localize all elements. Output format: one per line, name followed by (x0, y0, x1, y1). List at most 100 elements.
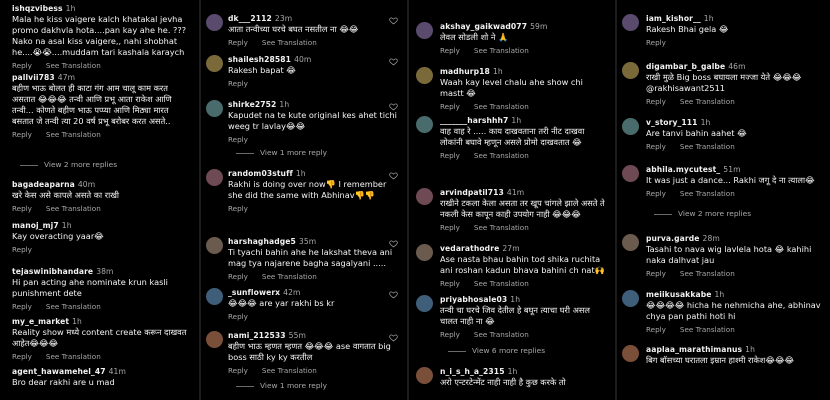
reply-button[interactable]: Reply (228, 272, 248, 281)
reply-button[interactable]: Reply (646, 97, 666, 106)
comment-username[interactable]: tejaswinibhandare 38m (12, 267, 192, 276)
username-text[interactable]: pallvii783 (12, 73, 55, 82)
see-translation-button[interactable]: See Translation (46, 130, 101, 139)
heart-icon[interactable] (389, 57, 398, 66)
see-translation-button[interactable]: See Translation (46, 302, 101, 311)
reply-button[interactable]: Reply (646, 325, 666, 334)
comment-username[interactable]: aaplaa_marathimanus 1h (646, 345, 822, 354)
comment-username[interactable]: vedarathodre 27m (440, 244, 608, 253)
see-translation-button[interactable]: See Translation (680, 142, 735, 151)
see-translation-button[interactable]: See Translation (262, 272, 317, 281)
comment-username[interactable]: priyabhosale03 1h (440, 295, 608, 304)
reply-button[interactable]: Reply (440, 279, 460, 288)
reply-button[interactable]: Reply (228, 312, 248, 321)
username-text[interactable]: manoj_mj7 (12, 221, 59, 230)
see-translation-button[interactable]: See Translation (474, 223, 529, 232)
username-text[interactable]: vedarathodre (440, 244, 499, 253)
comment-username[interactable]: _______harshhh7 1h (440, 116, 608, 125)
username-text[interactable]: purva.garde (646, 234, 700, 243)
username-text[interactable]: _sunflowerx (228, 288, 280, 297)
avatar[interactable] (416, 244, 433, 261)
comment-username[interactable]: purva.garde 28m (646, 234, 822, 243)
see-translation-button[interactable]: See Translation (680, 325, 735, 334)
heart-icon[interactable] (389, 333, 398, 342)
comment-username[interactable]: akshay_gaikwad077 59m (440, 22, 608, 31)
comment-username[interactable]: dk___2112 23m (228, 14, 400, 23)
comment-username[interactable]: random03stuff 1h (228, 169, 400, 178)
reply-button[interactable]: Reply (12, 204, 32, 213)
avatar[interactable] (206, 237, 223, 254)
reply-button[interactable]: Reply (228, 79, 248, 88)
see-translation-button[interactable]: See Translation (262, 38, 317, 47)
view-more-replies-button[interactable]: View 1 more reply (236, 381, 327, 390)
reply-button[interactable]: Reply (440, 223, 460, 232)
avatar[interactable] (206, 169, 223, 186)
username-text[interactable]: harshaghadge5 (228, 237, 296, 246)
see-translation-button[interactable]: See Translation (474, 46, 529, 55)
comment-username[interactable]: abhila.mycutest_ 51m (646, 165, 822, 174)
avatar[interactable] (206, 14, 223, 31)
username-text[interactable]: nami_212533 (228, 331, 286, 340)
see-translation-button[interactable]: See Translation (474, 151, 529, 160)
comment-username[interactable]: ishqzvibess 1h (12, 4, 192, 13)
username-text[interactable]: aaplaa_marathimanus (646, 345, 742, 354)
reply-button[interactable]: Reply (646, 189, 666, 198)
reply-button[interactable]: Reply (440, 46, 460, 55)
view-more-replies-button[interactable]: View 1 more reply (236, 148, 327, 157)
username-text[interactable]: shailesh28581 (228, 55, 291, 64)
comment-username[interactable]: shailesh28581 40m (228, 55, 400, 64)
comment-username[interactable]: agent_hawamehel_47 41m (12, 367, 192, 376)
reply-button[interactable]: Reply (228, 38, 248, 47)
comment-username[interactable]: manoj_mj7 1h (12, 221, 192, 230)
heart-icon[interactable] (389, 171, 398, 180)
comment-username[interactable]: arvindpatil713 41m (440, 188, 608, 197)
reply-button[interactable]: Reply (646, 269, 666, 278)
avatar[interactable] (622, 118, 639, 135)
username-text[interactable]: my_e_market (12, 317, 69, 326)
avatar[interactable] (622, 62, 639, 79)
comment-username[interactable]: madhurp18 1h (440, 67, 608, 76)
comment-username[interactable]: meiikusakkabe 1h (646, 290, 822, 299)
username-text[interactable]: digambar_b_galbe (646, 62, 725, 71)
avatar[interactable] (416, 116, 433, 133)
comment-username[interactable]: my_e_market 1h (12, 317, 192, 326)
username-text[interactable]: random03stuff (228, 169, 293, 178)
reply-button[interactable]: Reply (440, 102, 460, 111)
comment-username[interactable]: _sunflowerx 42m (228, 288, 400, 297)
username-text[interactable]: n_i_s_h_a_2315 (440, 367, 505, 376)
reply-button[interactable]: Reply (12, 61, 32, 70)
see-translation-button[interactable]: See Translation (680, 269, 735, 278)
reply-button[interactable]: Reply (440, 330, 460, 339)
username-text[interactable]: tejaswinibhandare (12, 267, 93, 276)
see-translation-button[interactable]: See Translation (474, 330, 529, 339)
reply-button[interactable]: Reply (228, 204, 248, 213)
reply-button[interactable]: Reply (646, 38, 666, 47)
heart-icon[interactable] (389, 102, 398, 111)
heart-icon[interactable] (389, 290, 398, 299)
username-text[interactable]: abhila.mycutest_ (646, 165, 720, 174)
username-text[interactable]: arvindpatil713 (440, 188, 504, 197)
avatar[interactable] (622, 165, 639, 182)
username-text[interactable]: shirke2752 (228, 100, 276, 109)
avatar[interactable] (206, 55, 223, 72)
avatar[interactable] (622, 345, 639, 362)
comment-username[interactable]: n_i_s_h_a_2315 1h (440, 367, 608, 376)
reply-button[interactable]: Reply (440, 151, 460, 160)
username-text[interactable]: v_story_111 (646, 118, 698, 127)
avatar[interactable] (206, 100, 223, 117)
avatar[interactable] (416, 295, 433, 312)
username-text[interactable]: dk___2112 (228, 14, 272, 23)
view-more-replies-button[interactable]: View 2 more replies (654, 209, 751, 218)
see-translation-button[interactable]: See Translation (680, 97, 735, 106)
comment-username[interactable]: pallvii783 47m (12, 73, 192, 82)
username-text[interactable]: meiikusakkabe (646, 290, 711, 299)
comment-username[interactable]: shirke2752 1h (228, 100, 400, 109)
avatar[interactable] (416, 188, 433, 205)
username-text[interactable]: ishqzvibess (12, 4, 63, 13)
see-translation-button[interactable]: See Translation (262, 366, 317, 375)
avatar[interactable] (622, 14, 639, 31)
username-text[interactable]: priyabhosale03 (440, 295, 507, 304)
comment-username[interactable]: digambar_b_galbe 46m (646, 62, 822, 71)
comment-username[interactable]: nami_212533 55m (228, 331, 400, 340)
reply-button[interactable]: Reply (12, 302, 32, 311)
